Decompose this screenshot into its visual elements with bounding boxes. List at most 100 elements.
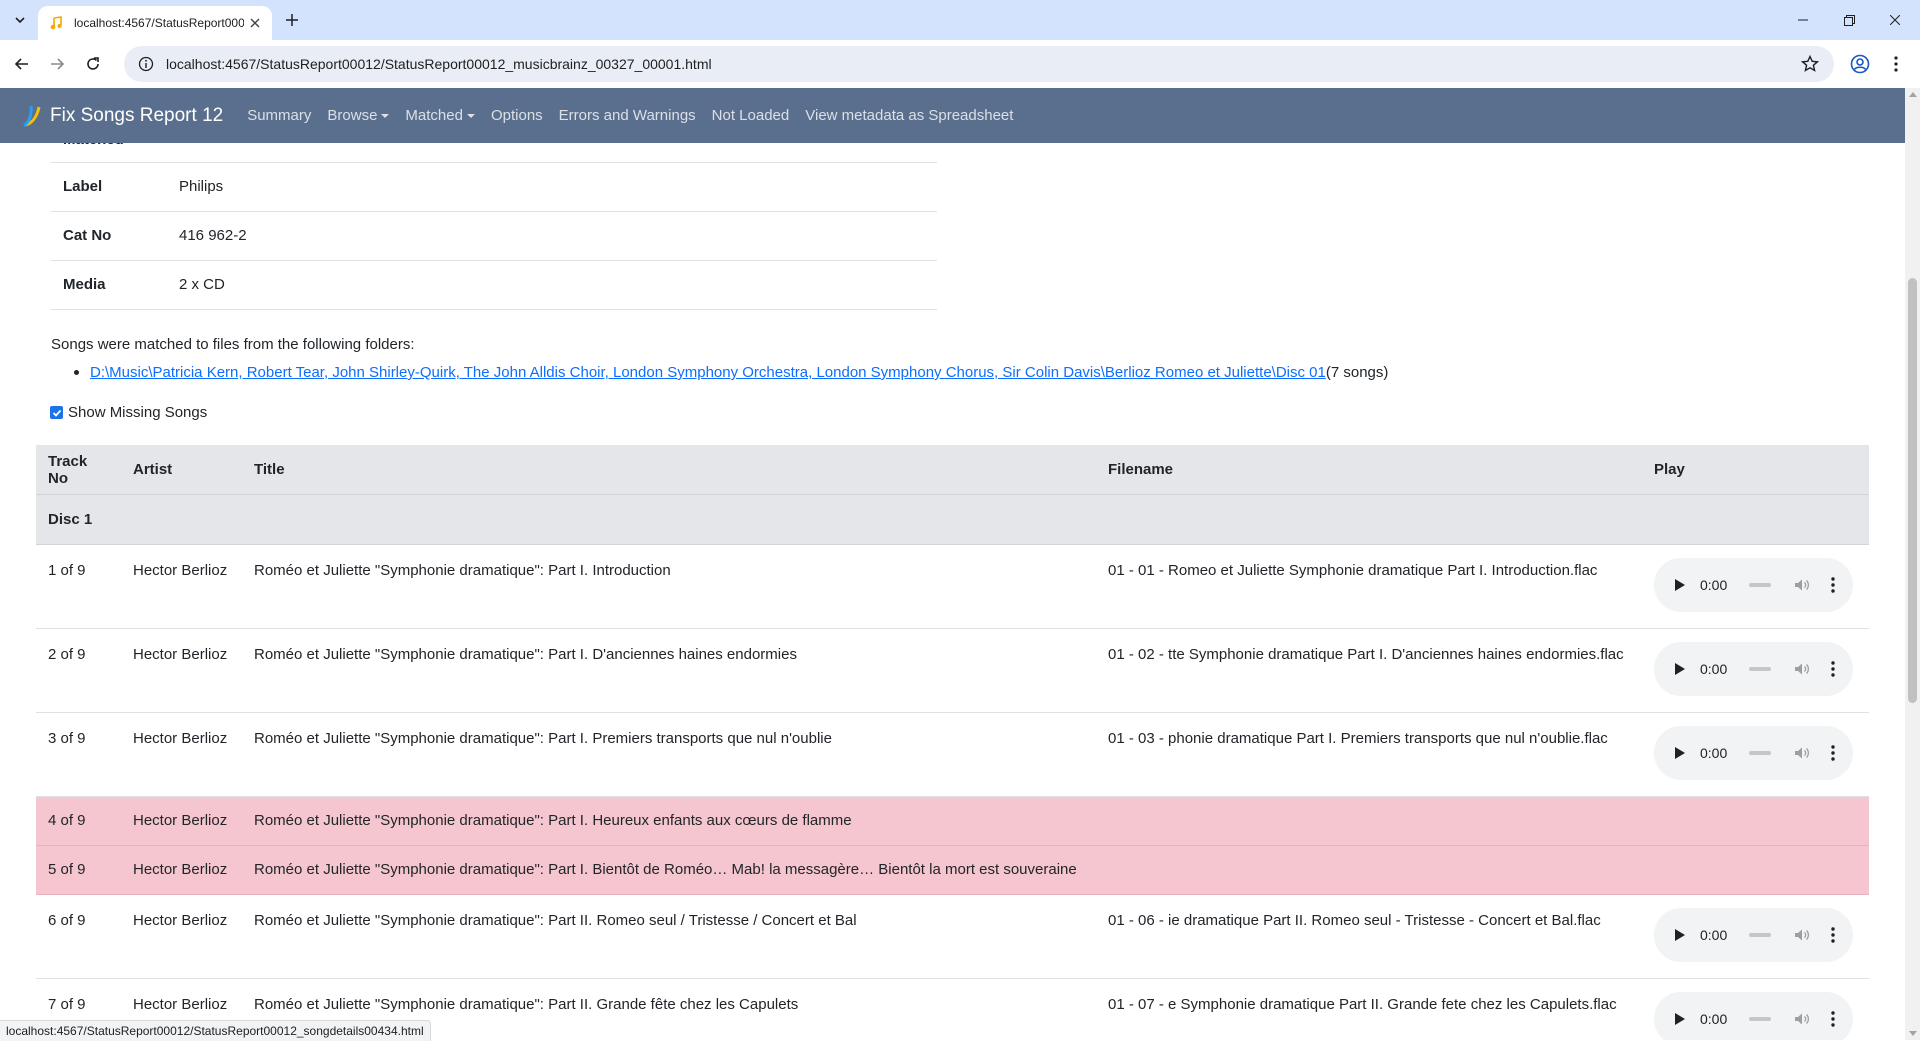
report-navbar: Fix Songs Report 12 Summary Browse Match… xyxy=(0,88,1905,143)
arrow-left-icon xyxy=(14,58,28,70)
artist-cell: Hector Berlioz xyxy=(121,712,242,797)
track-cell: 3 of 9 xyxy=(36,712,121,797)
page-scrollbar[interactable] xyxy=(1905,88,1920,1040)
close-icon xyxy=(1890,15,1900,25)
audio-time: 0:00 xyxy=(1700,1011,1728,1027)
back-button[interactable] xyxy=(10,52,34,76)
folder-link[interactable]: D:\Music\Patricia Kern, Robert Tear, Joh… xyxy=(90,364,1326,381)
show-missing-toggle[interactable]: Show Missing Songs xyxy=(50,404,207,421)
nav-matched-label: Matched xyxy=(405,107,463,124)
track-cell: 4 of 9 xyxy=(36,796,121,846)
play-icon[interactable] xyxy=(1672,927,1688,943)
nav-spreadsheet[interactable]: View metadata as Spreadsheet xyxy=(797,107,1021,124)
play-cell: 0:00 xyxy=(1642,544,1869,629)
minimize-button[interactable] xyxy=(1780,0,1826,40)
minimize-icon xyxy=(1798,19,1808,21)
close-tab-icon[interactable] xyxy=(246,14,264,32)
restore-button[interactable] xyxy=(1826,0,1872,40)
bookmark-star-icon[interactable] xyxy=(1798,52,1822,76)
play-cell xyxy=(1642,845,1869,895)
volume-icon[interactable] xyxy=(1793,926,1811,944)
audio-time: 0:00 xyxy=(1700,745,1728,761)
details-row-media: Media 2 x CD xyxy=(51,260,937,309)
audio-progress-slider[interactable] xyxy=(1749,583,1772,587)
filename-cell xyxy=(1096,796,1642,846)
folder-song-count: (7 songs) xyxy=(1325,364,1389,381)
audio-player[interactable]: 0:00 xyxy=(1654,908,1853,962)
audio-player[interactable]: 0:00 xyxy=(1654,992,1853,1040)
more-options-icon[interactable] xyxy=(1825,660,1841,678)
browser-tabstrip: localhost:4567/StatusReport000 xyxy=(0,0,1920,40)
music-note-icon xyxy=(48,15,64,31)
filename-cell xyxy=(1096,845,1642,895)
show-missing-checkbox[interactable] xyxy=(50,406,63,419)
audio-player[interactable]: 0:00 xyxy=(1654,726,1853,780)
nav-not-loaded[interactable]: Not Loaded xyxy=(704,107,798,124)
close-window-button[interactable] xyxy=(1872,0,1918,40)
play-icon[interactable] xyxy=(1672,577,1688,593)
nav-summary[interactable]: Summary xyxy=(239,107,319,124)
tab-search-button[interactable] xyxy=(8,8,32,32)
volume-icon[interactable] xyxy=(1793,660,1811,678)
more-options-icon[interactable] xyxy=(1825,576,1841,594)
audio-progress-slider[interactable] xyxy=(1749,667,1772,671)
missing-song-row: 4 of 9 Hector Berlioz Roméo et Juliette "S… xyxy=(36,796,1869,846)
details-key: Label xyxy=(63,178,103,195)
chevron-down-icon xyxy=(15,17,25,24)
volume-icon[interactable] xyxy=(1793,576,1811,594)
song-row: 2 of 9 Hector Berlioz Roméo et Juliette "S… xyxy=(36,628,1869,713)
details-row-label: Label Philips xyxy=(51,162,937,211)
tab-title: localhost:4567/StatusReport000 xyxy=(74,16,244,30)
scroll-thumb[interactable] xyxy=(1908,278,1917,703)
filename-cell: 01 - 01 - Romeo et Juliette Symphonie dr… xyxy=(1096,544,1642,629)
nav-options[interactable]: Options xyxy=(483,107,551,124)
nav-browse-dropdown[interactable]: Browse xyxy=(319,107,397,124)
nav-errors-warnings[interactable]: Errors and Warnings xyxy=(551,107,704,124)
artist-cell: Hector Berlioz xyxy=(121,894,242,979)
address-bar[interactable]: localhost:4567/StatusReport00012/StatusR… xyxy=(124,46,1834,82)
checkmark-icon xyxy=(52,409,61,417)
col-header-title: Title xyxy=(242,445,1096,495)
browser-tab[interactable]: localhost:4567/StatusReport000 xyxy=(38,6,272,40)
reload-button[interactable] xyxy=(81,52,105,76)
nav-matched-dropdown[interactable]: Matched xyxy=(397,107,483,124)
col-header-filename: Filename xyxy=(1096,445,1642,495)
audio-progress-slider[interactable] xyxy=(1749,1017,1772,1021)
audio-player[interactable]: 0:00 xyxy=(1654,642,1853,696)
browser-menu-button[interactable] xyxy=(1884,52,1908,76)
bullet-icon xyxy=(74,370,79,375)
page-viewport: Fix Songs Report 12 Summary Browse Match… xyxy=(0,88,1920,1040)
scroll-down-arrow-icon[interactable] xyxy=(1909,1031,1917,1036)
forward-button[interactable] xyxy=(45,52,69,76)
audio-progress-slider[interactable] xyxy=(1749,933,1772,937)
more-options-icon[interactable] xyxy=(1825,744,1841,762)
nav-browse-label: Browse xyxy=(327,107,378,124)
new-tab-button[interactable] xyxy=(282,10,302,30)
profile-button[interactable] xyxy=(1848,52,1872,76)
volume-icon[interactable] xyxy=(1793,1010,1811,1028)
site-info-icon[interactable] xyxy=(134,52,158,76)
details-value: Philips xyxy=(179,178,224,195)
brand-title: Fix Songs Report 12 xyxy=(50,104,224,126)
url-text[interactable]: localhost:4567/StatusReport00012/StatusR… xyxy=(166,56,712,72)
audio-progress-slider[interactable] xyxy=(1749,751,1772,755)
play-icon[interactable] xyxy=(1672,1011,1688,1027)
title-cell: Roméo et Juliette "Symphonie dramatique"… xyxy=(242,845,1096,895)
brand[interactable]: Fix Songs Report 12 xyxy=(18,103,223,129)
details-value: 2 x CD xyxy=(179,276,225,293)
plus-icon xyxy=(286,14,298,26)
audio-player[interactable]: 0:00 xyxy=(1654,558,1853,612)
status-url-bubble: localhost:4567/StatusReport00012/StatusR… xyxy=(0,1020,431,1041)
play-icon[interactable] xyxy=(1672,661,1688,677)
more-options-icon[interactable] xyxy=(1825,926,1841,944)
play-cell: 0:00 xyxy=(1642,894,1869,979)
play-icon[interactable] xyxy=(1672,745,1688,761)
disc-row: Disc 1 xyxy=(36,494,1869,545)
song-row: 3 of 9 Hector Berlioz Roméo et Juliette "S… xyxy=(36,712,1869,797)
account-icon xyxy=(1850,54,1870,74)
artist-cell: Hector Berlioz xyxy=(121,845,242,895)
scroll-up-arrow-icon[interactable] xyxy=(1909,92,1917,97)
kebab-menu-icon xyxy=(1894,56,1898,72)
volume-icon[interactable] xyxy=(1793,744,1811,762)
more-options-icon[interactable] xyxy=(1825,1010,1841,1028)
